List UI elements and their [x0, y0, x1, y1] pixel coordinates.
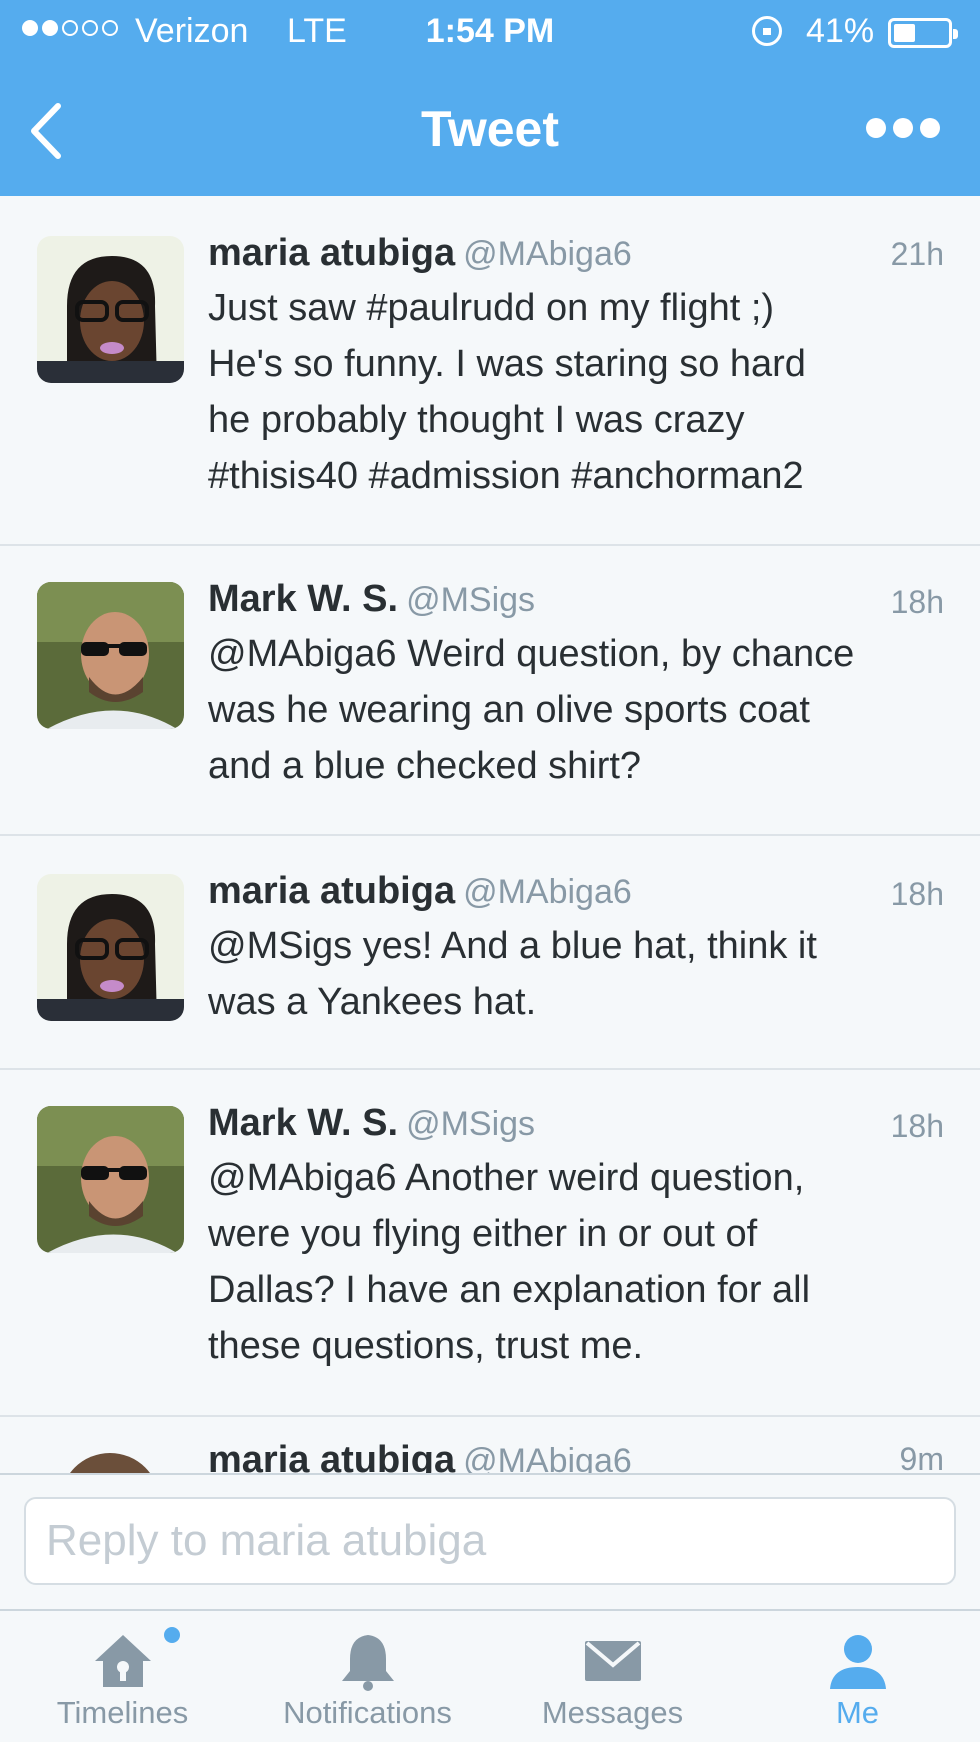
tweet-time: 18h — [890, 1108, 944, 1144]
tab-label: Messages — [541, 1695, 684, 1730]
tweet-item[interactable]: Mark W. S. @MSigs 18h @MAbiga6 Weird ques… — [0, 546, 980, 836]
tab-notifications[interactable]: Notifications — [245, 1611, 490, 1742]
more-options-button[interactable] — [866, 118, 940, 138]
tweet-author[interactable]: maria atubiga @MAbiga6 — [208, 1439, 632, 1473]
tab-me[interactable]: Me — [735, 1611, 980, 1742]
page-title: Tweet — [421, 101, 559, 157]
tab-label: Me — [835, 1695, 880, 1730]
reply-bar — [0, 1473, 980, 1609]
tweet-item[interactable]: maria atubiga @MAbiga6 18h @MSigs yes! An… — [0, 836, 980, 1070]
tab-timelines[interactable]: Timelines — [0, 1611, 245, 1742]
avatar[interactable] — [37, 874, 184, 1021]
envelope-icon — [584, 1641, 641, 1681]
tweet-item-partial[interactable]: maria atubiga @MAbiga6 9m — [0, 1417, 980, 1473]
tweet-time: 21h — [890, 236, 944, 272]
battery-icon — [888, 18, 958, 48]
tab-bar: Timelines Notifications Messages Me — [0, 1609, 980, 1742]
tab-messages[interactable]: Messages — [490, 1611, 735, 1742]
tweet-time: 18h — [890, 584, 944, 620]
notification-dot — [164, 1627, 180, 1643]
rotation-lock-icon — [752, 16, 782, 46]
tweet-item[interactable]: maria atubiga @MAbiga6 21h Just saw #paul… — [0, 196, 980, 546]
tweet-handle: @MSigs — [406, 581, 536, 619]
tweet-author[interactable]: Mark W. S. @MSigs — [208, 1102, 535, 1145]
tweet-handle: @MAbiga6 — [463, 1442, 632, 1473]
tweet-text: Just saw #paulrudd on my flight ;) He's … — [208, 287, 806, 497]
avatar[interactable] — [37, 1106, 184, 1253]
app-header: Verizon LTE 1:54 PM 41% Tweet — [0, 0, 980, 196]
status-bar: Verizon LTE 1:54 PM 41% — [0, 0, 980, 66]
bell-icon — [341, 1635, 394, 1691]
avatar[interactable] — [60, 1453, 160, 1473]
tweet-text: @MAbiga6 Weird question, by chance was h… — [208, 633, 855, 787]
tweet-author[interactable]: Mark W. S. @MSigs — [208, 578, 535, 621]
tweet-time: 9m — [899, 1441, 944, 1473]
tweet-author[interactable]: maria atubiga @MAbiga6 — [208, 232, 632, 275]
tab-label: Notifications — [283, 1695, 452, 1730]
tweet-author[interactable]: maria atubiga @MAbiga6 — [208, 870, 632, 913]
home-icon — [94, 1635, 151, 1687]
avatar[interactable] — [37, 582, 184, 729]
tab-label: Timelines — [56, 1695, 189, 1730]
tweet-text: @MSigs yes! And a blue hat, think it was… — [208, 925, 817, 1023]
tweet-handle: @MAbiga6 — [463, 235, 632, 273]
tweet-handle: @MSigs — [406, 1105, 536, 1143]
tweet-handle: @MAbiga6 — [463, 873, 632, 911]
battery-percent: 41% — [806, 12, 875, 50]
reply-input[interactable] — [24, 1497, 956, 1585]
tweet-text: @MAbiga6 Another weird question, were yo… — [208, 1157, 811, 1367]
dot-icon — [893, 118, 913, 138]
tweet-item[interactable]: Mark W. S. @MSigs 18h @MAbiga6 Another we… — [0, 1070, 980, 1417]
person-icon — [829, 1635, 886, 1689]
dot-icon — [866, 118, 886, 138]
dot-icon — [920, 118, 940, 138]
tweet-time: 18h — [890, 876, 944, 912]
avatar[interactable] — [37, 236, 184, 383]
